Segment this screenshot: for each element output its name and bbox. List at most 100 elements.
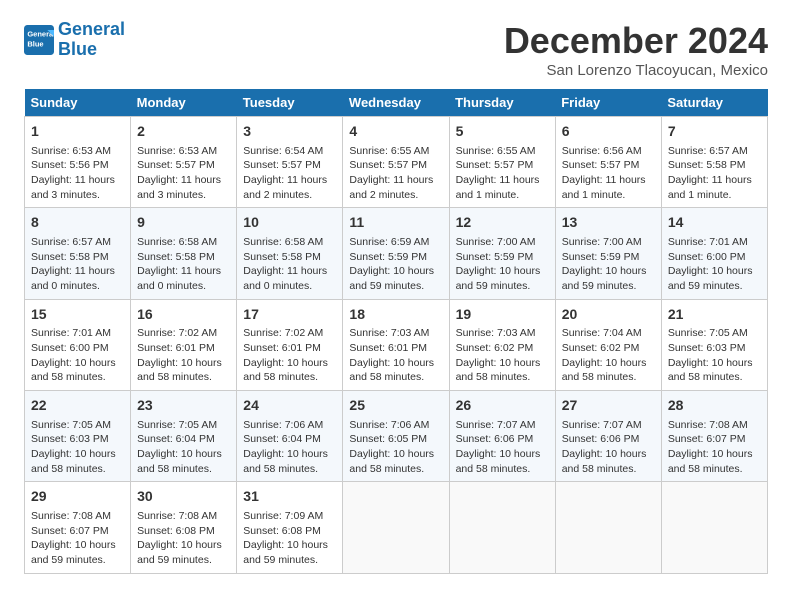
day-number: 27: [562, 396, 655, 416]
header-day-thursday: Thursday: [449, 89, 555, 117]
day-number: 14: [668, 213, 761, 233]
sunset: Sunset: 6:01 PM: [349, 342, 427, 354]
header-row: SundayMondayTuesdayWednesdayThursdayFrid…: [25, 89, 768, 117]
day-number: 8: [31, 213, 124, 233]
sunset: Sunset: 6:00 PM: [31, 342, 109, 354]
calendar-cell: 21Sunrise: 7:05 AMSunset: 6:03 PMDayligh…: [661, 299, 767, 390]
sunrise: Sunrise: 6:54 AM: [243, 145, 323, 157]
daylight: Daylight: 10 hours and 59 minutes.: [349, 265, 434, 292]
header-day-monday: Monday: [131, 89, 237, 117]
sunset: Sunset: 6:08 PM: [137, 525, 215, 537]
daylight: Daylight: 11 hours and 0 minutes.: [243, 265, 327, 292]
calendar-cell: 30Sunrise: 7:08 AMSunset: 6:08 PMDayligh…: [131, 482, 237, 573]
header-day-tuesday: Tuesday: [237, 89, 343, 117]
calendar-cell: 1Sunrise: 6:53 AMSunset: 5:56 PMDaylight…: [25, 117, 131, 208]
sunrise: Sunrise: 6:53 AM: [31, 145, 111, 157]
calendar-cell: 8 Sunrise: 6:57 AM Sunset: 5:58 PM Daylight…: [25, 208, 131, 299]
daylight: Daylight: 10 hours and 59 minutes.: [243, 539, 328, 566]
sunset: Sunset: 6:01 PM: [243, 342, 321, 354]
sunrise: Sunrise: 6:57 AM: [31, 236, 111, 248]
header-day-friday: Friday: [555, 89, 661, 117]
header-day-wednesday: Wednesday: [343, 89, 449, 117]
calendar-cell: 24Sunrise: 7:06 AMSunset: 6:04 PMDayligh…: [237, 391, 343, 482]
logo-icon: General Blue: [24, 25, 54, 55]
day-number: 23: [137, 396, 230, 416]
calendar-week-3: 15Sunrise: 7:01 AMSunset: 6:00 PMDayligh…: [25, 299, 768, 390]
day-number: 12: [456, 213, 549, 233]
day-number: 1: [31, 122, 124, 142]
calendar-cell: 20Sunrise: 7:04 AMSunset: 6:02 PMDayligh…: [555, 299, 661, 390]
calendar-cell: 17Sunrise: 7:02 AMSunset: 6:01 PMDayligh…: [237, 299, 343, 390]
calendar-table: SundayMondayTuesdayWednesdayThursdayFrid…: [24, 89, 768, 574]
sunrise: Sunrise: 6:56 AM: [562, 145, 642, 157]
daylight: Daylight: 11 hours and 0 minutes.: [137, 265, 221, 292]
daylight: Daylight: 10 hours and 58 minutes.: [31, 448, 116, 475]
calendar-cell: 25Sunrise: 7:06 AMSunset: 6:05 PMDayligh…: [343, 391, 449, 482]
calendar-cell: 16Sunrise: 7:02 AMSunset: 6:01 PMDayligh…: [131, 299, 237, 390]
sunrise: Sunrise: 7:03 AM: [456, 327, 536, 339]
sunrise: Sunrise: 7:06 AM: [243, 419, 323, 431]
calendar-cell: [449, 482, 555, 573]
calendar-cell: 4Sunrise: 6:55 AMSunset: 5:57 PMDaylight…: [343, 117, 449, 208]
sunrise: Sunrise: 7:08 AM: [137, 510, 217, 522]
day-number: 25: [349, 396, 442, 416]
day-number: 5: [456, 122, 549, 142]
day-number: 24: [243, 396, 336, 416]
daylight: Daylight: 10 hours and 58 minutes.: [137, 357, 222, 384]
daylight: Daylight: 10 hours and 58 minutes.: [349, 357, 434, 384]
calendar-week-1: 1Sunrise: 6:53 AMSunset: 5:56 PMDaylight…: [25, 117, 768, 208]
sunrise: Sunrise: 7:00 AM: [562, 236, 642, 248]
calendar-week-2: 8 Sunrise: 6:57 AM Sunset: 5:58 PM Daylight…: [25, 208, 768, 299]
daylight: Daylight: 10 hours and 58 minutes.: [668, 448, 753, 475]
day-number: 10: [243, 213, 336, 233]
sunrise: Sunrise: 7:02 AM: [243, 327, 323, 339]
daylight: Daylight: 10 hours and 59 minutes.: [456, 265, 541, 292]
day-number: 15: [31, 305, 124, 325]
sunrise: Sunrise: 6:53 AM: [137, 145, 217, 157]
calendar-cell: [555, 482, 661, 573]
day-number: 22: [31, 396, 124, 416]
calendar-cell: [343, 482, 449, 573]
daylight: Daylight: 10 hours and 59 minutes.: [668, 265, 753, 292]
calendar-cell: 31Sunrise: 7:09 AMSunset: 6:08 PMDayligh…: [237, 482, 343, 573]
sunset: Sunset: 6:02 PM: [456, 342, 534, 354]
daylight: Daylight: 10 hours and 59 minutes.: [562, 265, 647, 292]
calendar-cell: 26Sunrise: 7:07 AMSunset: 6:06 PMDayligh…: [449, 391, 555, 482]
calendar-cell: 2Sunrise: 6:53 AMSunset: 5:57 PMDaylight…: [131, 117, 237, 208]
sunrise: Sunrise: 6:55 AM: [456, 145, 536, 157]
calendar-cell: 23Sunrise: 7:05 AMSunset: 6:04 PMDayligh…: [131, 391, 237, 482]
daylight: Daylight: 10 hours and 58 minutes.: [349, 448, 434, 475]
sunset: Sunset: 6:00 PM: [668, 251, 746, 263]
calendar-cell: 5Sunrise: 6:55 AMSunset: 5:57 PMDaylight…: [449, 117, 555, 208]
daylight: Daylight: 10 hours and 58 minutes.: [562, 357, 647, 384]
calendar-cell: 6Sunrise: 6:56 AMSunset: 5:57 PMDaylight…: [555, 117, 661, 208]
sunset: Sunset: 5:57 PM: [137, 159, 215, 171]
sunrise: Sunrise: 6:57 AM: [668, 145, 748, 157]
daylight: Daylight: 11 hours and 0 minutes.: [31, 265, 115, 292]
calendar-cell: 9Sunrise: 6:58 AMSunset: 5:58 PMDaylight…: [131, 208, 237, 299]
calendar-week-5: 29Sunrise: 7:08 AMSunset: 6:07 PMDayligh…: [25, 482, 768, 573]
sunset: Sunset: 5:58 PM: [31, 251, 109, 263]
sunrise: Sunrise: 7:07 AM: [456, 419, 536, 431]
day-number: 28: [668, 396, 761, 416]
sunrise: Sunrise: 6:59 AM: [349, 236, 429, 248]
calendar-cell: 12Sunrise: 7:00 AMSunset: 5:59 PMDayligh…: [449, 208, 555, 299]
sunrise: Sunrise: 6:58 AM: [137, 236, 217, 248]
header: General Blue General Blue December 2024 …: [24, 20, 768, 79]
daylight: Daylight: 10 hours and 58 minutes.: [668, 357, 753, 384]
sunset: Sunset: 6:03 PM: [668, 342, 746, 354]
day-number: 4: [349, 122, 442, 142]
sunset: Sunset: 5:57 PM: [456, 159, 534, 171]
day-number: 21: [668, 305, 761, 325]
sunset: Sunset: 5:57 PM: [349, 159, 427, 171]
sunrise: Sunrise: 7:00 AM: [456, 236, 536, 248]
sunset: Sunset: 6:07 PM: [31, 525, 109, 537]
daylight: Daylight: 11 hours and 1 minute.: [668, 174, 752, 201]
location: San Lorenzo Tlacoyucan, Mexico: [504, 62, 768, 79]
calendar-cell: 19Sunrise: 7:03 AMSunset: 6:02 PMDayligh…: [449, 299, 555, 390]
daylight: Daylight: 11 hours and 2 minutes.: [243, 174, 327, 201]
sunrise: Sunrise: 7:09 AM: [243, 510, 323, 522]
sunrise: Sunrise: 6:58 AM: [243, 236, 323, 248]
daylight: Daylight: 10 hours and 58 minutes.: [31, 357, 116, 384]
calendar-cell: 28Sunrise: 7:08 AMSunset: 6:07 PMDayligh…: [661, 391, 767, 482]
